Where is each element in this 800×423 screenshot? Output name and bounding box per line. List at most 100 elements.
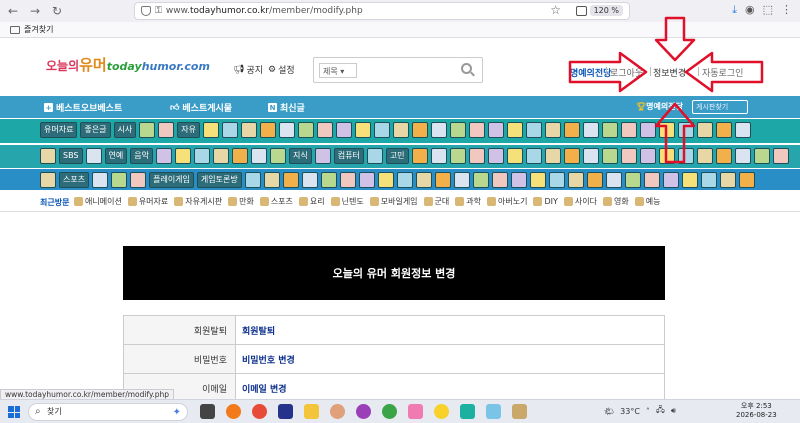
board-link[interactable]: 게임토론방 bbox=[196, 172, 242, 188]
board-link[interactable]: 연예 bbox=[104, 148, 128, 164]
volume-icon[interactable]: 🔊︎ bbox=[671, 406, 676, 416]
board-icon[interactable] bbox=[317, 122, 334, 138]
recent-item[interactable]: 요리 bbox=[298, 196, 325, 207]
board-icon[interactable] bbox=[643, 172, 660, 188]
board-icon[interactable] bbox=[111, 172, 128, 188]
board-icon[interactable] bbox=[510, 172, 527, 188]
board-icon[interactable] bbox=[602, 122, 619, 138]
new-posts-link[interactable]: N 최신글 bbox=[268, 101, 305, 114]
board-link[interactable]: 플레이게임 bbox=[149, 172, 194, 188]
board-icon[interactable] bbox=[377, 172, 394, 188]
clock[interactable]: 오후 2:53 2026-08-23 bbox=[736, 402, 777, 420]
recent-item[interactable]: 영화 bbox=[602, 196, 629, 207]
board-icon[interactable] bbox=[662, 172, 679, 188]
board-icon[interactable] bbox=[314, 148, 331, 164]
board-icon[interactable] bbox=[282, 172, 299, 188]
modify-info-link[interactable]: 정보변경 bbox=[653, 66, 686, 79]
board-icon[interactable] bbox=[431, 122, 448, 138]
board-link[interactable]: 지식 bbox=[288, 148, 312, 164]
board-icon[interactable] bbox=[336, 122, 353, 138]
weather-icon[interactable]: 🌤︎ bbox=[604, 407, 614, 416]
board-icon[interactable] bbox=[658, 148, 675, 164]
recent-item[interactable]: 자유게시판 bbox=[174, 196, 222, 207]
board-icon[interactable] bbox=[450, 122, 467, 138]
board-icon[interactable] bbox=[469, 122, 486, 138]
board-icon[interactable] bbox=[639, 148, 656, 164]
board-icon[interactable] bbox=[279, 122, 296, 138]
board-icon[interactable] bbox=[545, 122, 562, 138]
url-text[interactable]: www.todayhumor.co.kr/member/modify.php bbox=[166, 6, 363, 16]
board-icon[interactable] bbox=[434, 172, 451, 188]
board-icon[interactable] bbox=[738, 172, 755, 188]
board-link[interactable]: 스포츠 bbox=[59, 172, 90, 188]
bookmarks-folder[interactable]: 즐겨찾기 bbox=[24, 24, 53, 35]
app-icon[interactable] bbox=[356, 404, 371, 419]
board-icon[interactable] bbox=[621, 122, 638, 138]
zoom-level[interactable]: 120 % bbox=[589, 5, 623, 16]
board-icon[interactable] bbox=[241, 122, 258, 138]
board-icon[interactable] bbox=[582, 148, 599, 164]
board-icon[interactable] bbox=[753, 148, 770, 164]
recent-item[interactable]: 과학 bbox=[455, 196, 481, 207]
app-icon[interactable] bbox=[278, 404, 293, 419]
board-icon[interactable] bbox=[269, 148, 286, 164]
board-icon[interactable] bbox=[260, 122, 277, 138]
board-icon[interactable] bbox=[339, 172, 356, 188]
board-icon[interactable] bbox=[374, 122, 391, 138]
chrome-icon[interactable] bbox=[252, 404, 267, 419]
app-icon[interactable] bbox=[408, 404, 423, 419]
board-icon[interactable] bbox=[506, 148, 523, 164]
task-view-icon[interactable] bbox=[200, 404, 215, 419]
firefox-icon[interactable] bbox=[226, 404, 241, 419]
board-icon[interactable] bbox=[548, 172, 565, 188]
logout-link[interactable]: 로그아웃 bbox=[610, 66, 643, 79]
board-icon[interactable] bbox=[620, 148, 637, 164]
reader-mode-icon[interactable] bbox=[576, 6, 587, 16]
board-icon[interactable] bbox=[697, 122, 714, 138]
board-icon[interactable] bbox=[700, 172, 717, 188]
board-icon[interactable] bbox=[564, 122, 581, 138]
app-icon[interactable] bbox=[486, 404, 501, 419]
taskbar-search[interactable]: 찾기 ✦ bbox=[28, 403, 188, 421]
board-icon[interactable] bbox=[231, 148, 248, 164]
reload-icon[interactable]: ↻ bbox=[48, 2, 66, 20]
withdraw-link[interactable]: 회원탈퇴 bbox=[235, 315, 665, 345]
settings-link[interactable]: ⚙ 설정 bbox=[268, 63, 295, 77]
shield-icon[interactable] bbox=[141, 6, 151, 16]
recent-item[interactable]: 예능 bbox=[634, 196, 660, 207]
board-icon[interactable] bbox=[158, 122, 175, 138]
board-icon[interactable] bbox=[491, 172, 508, 188]
board-link[interactable]: 유머자료 bbox=[40, 122, 78, 138]
board-icon[interactable] bbox=[659, 122, 676, 138]
torrent-icon[interactable] bbox=[382, 404, 397, 419]
address-bar[interactable]: ⚿ www.todayhumor.co.kr/member/modify.php… bbox=[134, 2, 630, 20]
board-link[interactable]: 컴퓨터 bbox=[333, 148, 364, 164]
menu-icon[interactable]: ⋮ bbox=[781, 3, 792, 17]
network-icon[interactable]: 🖧︎ bbox=[656, 404, 665, 418]
board-icon[interactable] bbox=[567, 172, 584, 188]
account-icon[interactable]: ◉ bbox=[745, 3, 755, 17]
board-icon[interactable] bbox=[601, 148, 618, 164]
board-link[interactable]: 자유 bbox=[177, 122, 201, 138]
recent-item[interactable]: DIY bbox=[533, 196, 558, 207]
board-icon[interactable] bbox=[544, 148, 561, 164]
recent-item[interactable]: 스포츠 bbox=[259, 196, 293, 207]
board-search-input[interactable]: 게시판찾기 bbox=[692, 100, 748, 114]
board-icon[interactable] bbox=[203, 122, 220, 138]
board-icon[interactable] bbox=[449, 148, 466, 164]
board-icon[interactable] bbox=[85, 148, 102, 164]
board-icon[interactable] bbox=[487, 148, 504, 164]
board-icon[interactable] bbox=[155, 148, 172, 164]
search-type-select[interactable]: 제목 ▾ bbox=[319, 63, 357, 78]
recent-item[interactable]: 군대 bbox=[423, 196, 449, 207]
board-icon[interactable] bbox=[412, 122, 429, 138]
board-link[interactable]: SBS bbox=[59, 148, 83, 164]
honor-button[interactable]: 🏆︎명예의전당 bbox=[636, 101, 683, 112]
app-icon[interactable] bbox=[460, 404, 475, 419]
board-icon[interactable] bbox=[40, 172, 56, 188]
board-icon[interactable] bbox=[529, 172, 546, 188]
board-icon[interactable] bbox=[244, 172, 261, 188]
board-icon[interactable] bbox=[681, 172, 698, 188]
board-icon[interactable] bbox=[526, 122, 543, 138]
board-icon[interactable] bbox=[488, 122, 505, 138]
